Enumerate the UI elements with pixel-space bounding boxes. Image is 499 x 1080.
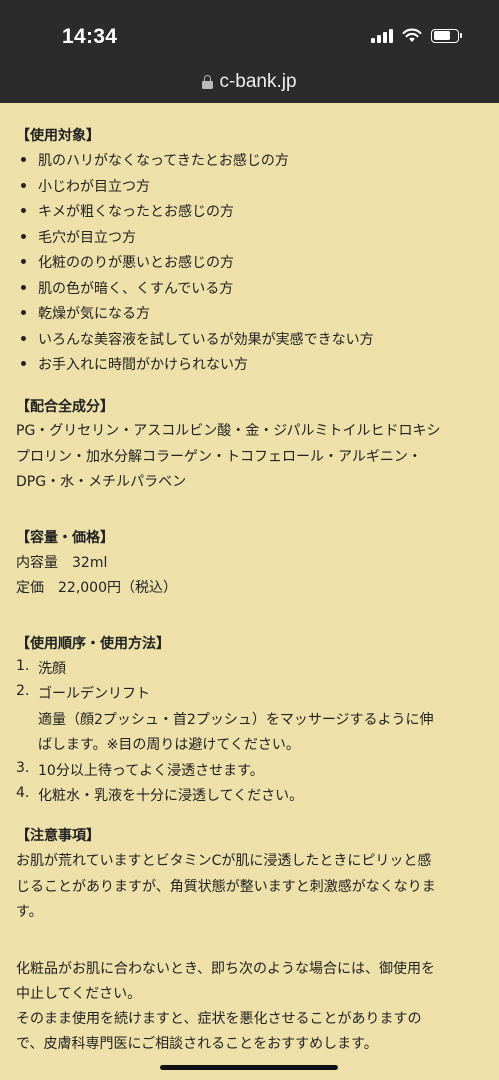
caution-text: 化粧品がお肌に合わないとき、即ち次のような場合には、御使用を [16, 961, 436, 977]
address-bar[interactable]: c-bank.jp [0, 70, 499, 94]
caution-text: じることがありますが、角質状態が整いますと刺激感がなくなりま [16, 879, 436, 895]
caution-text: す。 [16, 904, 43, 920]
caution-heading: 【注意事項】 [16, 828, 100, 844]
target-heading: 【使用対象】 [16, 128, 100, 144]
wifi-icon [402, 28, 422, 42]
browser-chrome: 14:34 c-bank.jp [0, 0, 499, 103]
home-indicator[interactable] [160, 1065, 338, 1070]
ingredients-line: DPG・水・メチルパラベン [16, 474, 187, 490]
lock-icon [202, 75, 214, 89]
ingredients-heading: 【配合全成分】 [16, 399, 114, 415]
caution-text: 中止してください。 [16, 986, 142, 1002]
caution-text: そのまま使用を続けますと、症状を悪化させることがありますの [16, 1011, 422, 1027]
usage-step-detail: 適量（顔2プッシュ・首2プッシュ）をマッサージするように伸 [38, 712, 434, 728]
status-icons [371, 28, 462, 43]
volume-text: 内容量 32ml [16, 555, 108, 571]
cellular-signal-icon [371, 28, 393, 43]
usage-step-detail: ばします。※目の周りは避けてください。 [38, 737, 300, 753]
battery-icon [431, 28, 462, 43]
volume-price-heading: 【容量・価格】 [16, 530, 114, 546]
ingredients-line: PG・グリセリン・アスコルビン酸・金・ジパルミトイルヒドロキシ [16, 423, 441, 439]
ingredients-line: プロリン・加水分解コラーゲン・トコフェロール・アルギニン・ [16, 449, 422, 465]
usage-heading: 【使用順序・使用方法】 [16, 636, 170, 652]
caution-text: お肌が荒れていますとビタミンCが肌に浸透したときにピリッと感 [16, 853, 432, 869]
caution-text: で、皮膚科専門医にご相談されることをおすすめします。 [16, 1036, 378, 1052]
status-time: 14:34 [62, 25, 118, 48]
url-text: c-bank.jp [219, 71, 297, 92]
price-text: 定価 22,000円（税込） [16, 580, 177, 596]
